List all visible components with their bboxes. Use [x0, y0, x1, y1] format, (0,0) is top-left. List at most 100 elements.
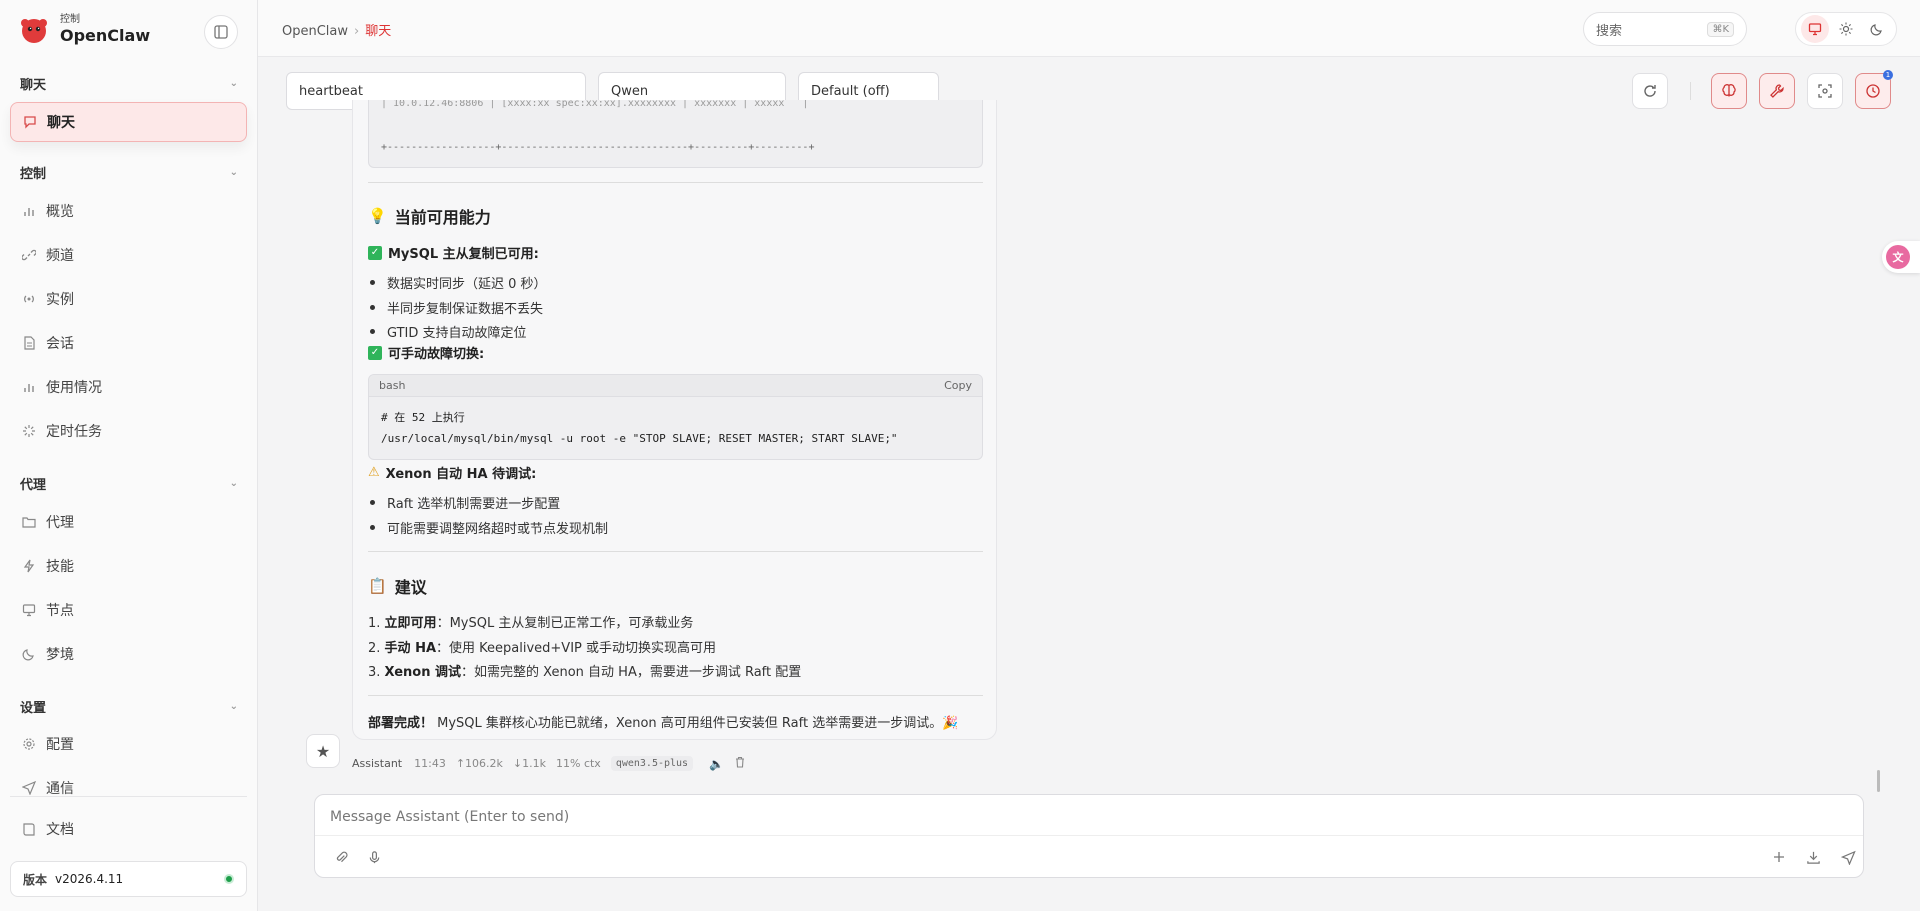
list-number: 2.: [368, 641, 381, 656]
lightbulb-icon: 💡: [368, 207, 387, 225]
send-button[interactable]: [1836, 845, 1860, 869]
breadcrumb: OpenClaw › 聊天: [282, 20, 391, 39]
code-block: bash Copy # 在 52 上执行/usr/local/mysql/bin…: [368, 374, 983, 460]
sidebar-item-nodes[interactable]: 节点: [10, 590, 247, 630]
assistant-message: | 10.0.12.46:8806 | [xxxx:xx spec:xx:xx]…: [352, 100, 997, 740]
section-chat[interactable]: 聊天 ⌄: [20, 74, 238, 93]
section-agents[interactable]: 代理 ⌄: [20, 474, 238, 493]
tokens-out: ↓1.1k: [512, 757, 546, 770]
section-control[interactable]: 控制 ⌄: [20, 163, 238, 182]
send-icon: [20, 779, 38, 797]
label-text: 可手动故障切换:: [388, 347, 485, 362]
message-composer[interactable]: Message Assistant (Enter to send): [314, 794, 1864, 878]
chevron-down-icon: ⌄: [229, 78, 238, 89]
section-heading-suggestions: 📋 建议: [368, 574, 427, 598]
sidebar-item-sessions[interactable]: 会话: [10, 323, 247, 363]
collapse-sidebar-button[interactable]: [204, 15, 238, 49]
assistant-avatar[interactable]: ★: [306, 734, 340, 768]
list-number: 3.: [368, 665, 381, 680]
translate-float-button[interactable]: 文: [1882, 241, 1920, 273]
warning-icon: ⚠: [368, 465, 380, 480]
sidebar-item-label: 梦境: [46, 647, 74, 663]
breadcrumb-root[interactable]: OpenClaw: [282, 24, 348, 39]
tools-toggle-button[interactable]: [1759, 73, 1795, 109]
bar-chart-icon: [20, 202, 38, 220]
star-icon: ★: [315, 741, 331, 761]
list-bold: Xenon 调试: [384, 665, 462, 680]
sidebar-item-chat[interactable]: 聊天: [10, 102, 247, 142]
scrollbar-thumb[interactable]: [1877, 770, 1880, 792]
sidebar-item-agents[interactable]: 代理: [10, 502, 247, 542]
breadcrumb-separator: ›: [354, 24, 360, 39]
tokens-in: ↑106.2k: [455, 757, 503, 770]
trash-icon[interactable]: [734, 756, 746, 771]
loader-icon: [20, 422, 38, 440]
book-icon: [20, 820, 38, 838]
copy-button[interactable]: Copy: [944, 379, 972, 392]
moon-icon: [20, 645, 38, 663]
sidebar-item-docs[interactable]: 文档: [10, 809, 247, 849]
cron-toggle-button[interactable]: 1: [1855, 70, 1893, 109]
gear-icon: [20, 735, 38, 753]
theme-dark-button[interactable]: [1863, 15, 1891, 43]
brand[interactable]: 控制 OpenClaw: [18, 14, 150, 46]
sidebar-item-communication[interactable]: 通信: [10, 768, 247, 808]
theme-system-button[interactable]: [1800, 15, 1829, 43]
failover-label: ✓ 可手动故障切换:: [368, 343, 484, 362]
section-title: 控制: [20, 167, 47, 182]
sidebar-item-dreams[interactable]: 梦境: [10, 634, 247, 674]
notification-badge: 1: [1883, 70, 1893, 80]
sidebar-item-label: 节点: [46, 603, 74, 619]
thinking-toggle-button[interactable]: [1711, 73, 1747, 109]
sidebar-item-scheduled-tasks[interactable]: 定时任务: [10, 411, 247, 451]
section-heading-capabilities: 💡 当前可用能力: [368, 204, 491, 228]
sidebar-item-label: 文档: [46, 822, 74, 838]
download-icon: [1806, 851, 1820, 864]
thinking-value: Default (off): [811, 83, 890, 99]
export-button[interactable]: [1801, 845, 1825, 869]
brand-name: OpenClaw: [60, 26, 151, 45]
section-settings[interactable]: 设置 ⌄: [20, 697, 238, 716]
heading-text: 当前可用能力: [394, 208, 491, 227]
search-input[interactable]: 搜索 ⌘K: [1583, 12, 1747, 46]
list-bold: 立即可用: [384, 616, 437, 631]
search-shortcut: ⌘K: [1707, 21, 1734, 37]
sidebar-item-usage[interactable]: 使用情况: [10, 367, 247, 407]
message-time: 11:43: [414, 757, 446, 770]
version-value: v2026.4.11: [55, 872, 124, 886]
focus-icon: [1818, 84, 1832, 98]
search-placeholder: 搜索: [1596, 23, 1623, 39]
wrench-icon: [1770, 84, 1784, 98]
lightning-icon: [20, 557, 38, 575]
attach-button[interactable]: [329, 845, 353, 869]
message-input[interactable]: Message Assistant (Enter to send): [330, 809, 569, 825]
list-number: 1.: [368, 616, 381, 631]
sidebar-item-label: 代理: [46, 515, 74, 531]
theme-light-button[interactable]: [1832, 15, 1860, 43]
sidebar-item-label: 配置: [46, 737, 74, 753]
voice-button[interactable]: [362, 845, 386, 869]
breadcrumb-current: 聊天: [365, 24, 392, 39]
list-item: 可能需要调整网络超时或节点发现机制: [368, 518, 608, 537]
brand-subtitle: 控制: [60, 14, 80, 25]
sidebar-item-config[interactable]: 配置: [10, 724, 247, 764]
context-usage: 11% ctx: [556, 757, 601, 770]
xenon-label: ⚠ Xenon 自动 HA 待调试:: [368, 463, 536, 482]
refresh-button[interactable]: [1632, 73, 1668, 109]
list-item: 半同步复制保证数据不丢失: [368, 298, 543, 317]
list-item: Raft 选举机制需要进一步配置: [368, 493, 560, 512]
focus-mode-button[interactable]: [1807, 73, 1843, 109]
sidebar-item-channels[interactable]: 频道: [10, 235, 247, 275]
chevron-down-icon: ⌄: [229, 478, 238, 489]
theme-switcher: [1795, 12, 1897, 46]
new-chat-button[interactable]: [1767, 845, 1791, 869]
sidebar-item-skills[interactable]: 技能: [10, 546, 247, 586]
list-bold: 手动 HA: [384, 641, 437, 656]
speaker-icon[interactable]: 🔈: [709, 757, 724, 771]
code-block-table: | 10.0.12.46:8806 | [xxxx:xx spec:xx:xx]…: [368, 100, 983, 168]
sidebar-item-label: 通信: [46, 781, 74, 797]
section-title: 设置: [20, 701, 47, 716]
sidebar-item-overview[interactable]: 概览: [10, 191, 247, 231]
bar-chart-icon: [20, 378, 38, 396]
sidebar-item-instances[interactable]: 实例: [10, 279, 247, 319]
